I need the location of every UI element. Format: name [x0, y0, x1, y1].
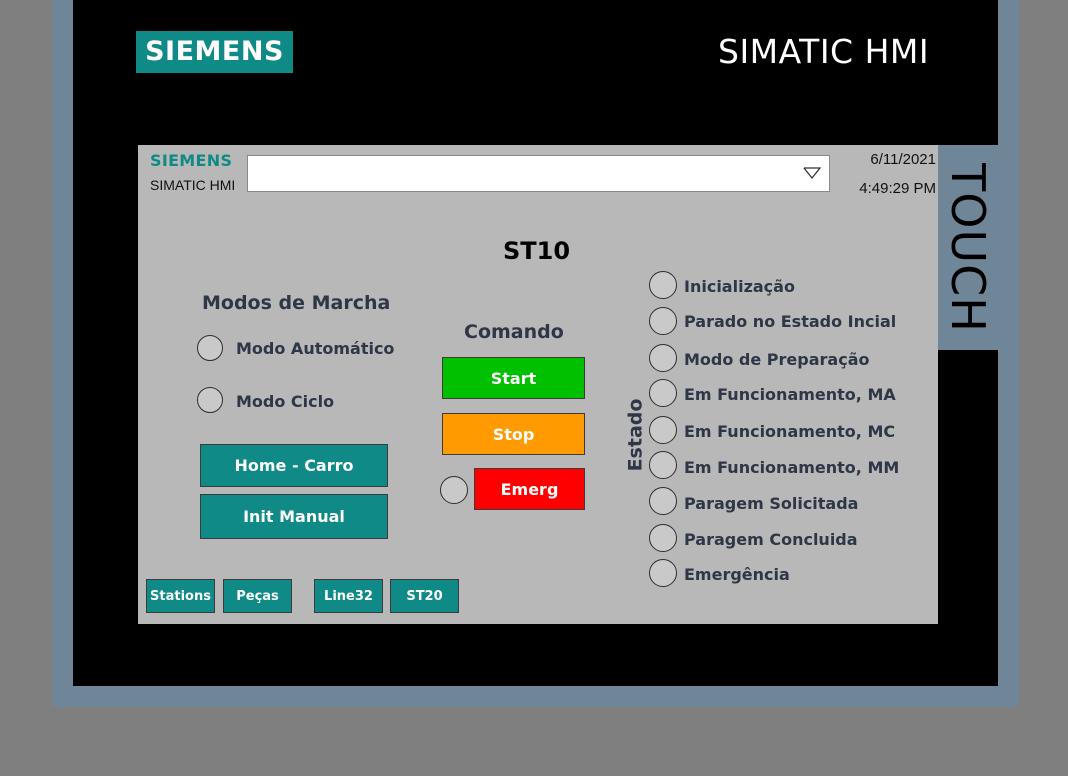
radio-estado-2[interactable]	[649, 344, 677, 372]
label-modo-ciclo: Modo Ciclo	[236, 392, 335, 411]
comando-title: Comando	[464, 321, 564, 343]
radio-modo-ciclo[interactable]	[197, 387, 223, 413]
nav-st20-button[interactable]: ST20	[390, 579, 459, 613]
radio-estado-0[interactable]	[649, 271, 677, 299]
nav-pecas-button[interactable]: Peças	[223, 579, 292, 613]
nav-line32-button[interactable]: Line32	[314, 579, 383, 613]
device-model-label: SIMATIC HMI	[718, 32, 930, 71]
screen-select-dropdown[interactable]	[247, 155, 830, 192]
radio-estado-3[interactable]	[649, 379, 677, 407]
radio-estado-8[interactable]	[649, 559, 677, 587]
siemens-logo: SIEMENS	[136, 31, 293, 73]
nav-stations-button[interactable]: Stations	[146, 579, 215, 613]
label-estado-1: Parado no Estado Incial	[684, 312, 897, 331]
radio-modo-automatico[interactable]	[197, 335, 223, 361]
emerg-button[interactable]: Emerg	[474, 468, 585, 510]
label-estado-3: Em Funcionamento, MA	[684, 385, 896, 404]
start-button[interactable]: Start	[442, 357, 585, 399]
radio-estado-5[interactable]	[649, 451, 677, 479]
radio-estado-6[interactable]	[649, 487, 677, 515]
init-manual-button[interactable]: Init Manual	[200, 494, 388, 539]
label-estado-5: Em Funcionamento, MM	[684, 458, 900, 477]
chevron-down-icon	[803, 167, 821, 180]
estado-title-text: Estado	[624, 398, 647, 472]
touch-label: TOUCH	[938, 145, 998, 350]
home-carro-button[interactable]: Home - Carro	[200, 444, 388, 487]
label-estado-7: Paragem Concluida	[684, 530, 858, 549]
screen-siemens-logo: SIEMENS	[150, 151, 233, 170]
radio-emerg[interactable]	[440, 476, 468, 504]
radio-estado-7[interactable]	[649, 524, 677, 552]
label-estado-6: Paragem Solicitada	[684, 494, 859, 513]
station-title: ST10	[503, 237, 571, 265]
hmi-screen: SIEMENS SIMATIC HMI 6/11/2021 4:49:29 PM…	[138, 145, 938, 624]
label-modo-automatico: Modo Automático	[236, 339, 395, 358]
stop-button[interactable]: Stop	[442, 413, 585, 455]
time-display: 4:49:29 PM	[859, 180, 936, 197]
label-estado-8: Emergência	[684, 565, 790, 584]
modos-title: Modos de Marcha	[202, 292, 391, 314]
date-display: 6/11/2021	[870, 151, 936, 168]
radio-estado-1[interactable]	[649, 307, 677, 335]
screen-subtitle: SIMATIC HMI	[150, 177, 236, 193]
touch-label-text: TOUCH	[941, 162, 995, 333]
radio-estado-4[interactable]	[649, 416, 677, 444]
label-estado-2: Modo de Preparação	[684, 350, 870, 369]
label-estado-0: Inicialização	[684, 277, 795, 296]
label-estado-4: Em Funcionamento, MC	[684, 422, 896, 441]
